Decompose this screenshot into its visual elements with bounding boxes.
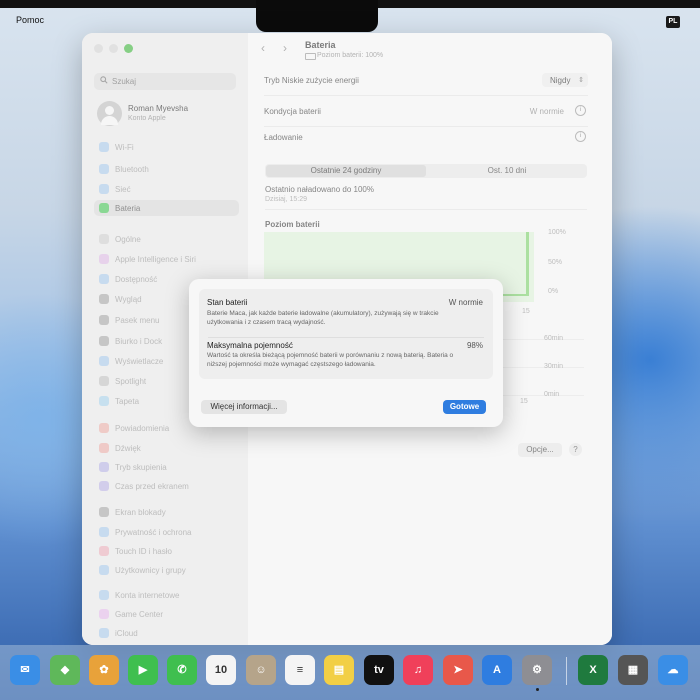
calculator-icon[interactable]: ▦ <box>618 655 648 685</box>
notes-icon[interactable]: ▤ <box>324 655 354 685</box>
input-source-indicator[interactable]: PL <box>666 16 680 28</box>
max-capacity-description: Wartość ta określa bieżącą pojemność bat… <box>207 352 454 368</box>
battery-state-value: W normie <box>448 298 483 307</box>
facetime-icon[interactable]: ▶ <box>128 655 158 685</box>
phone-icon[interactable]: ✆ <box>167 655 197 685</box>
launchpad-icon[interactable]: ➤ <box>443 655 473 685</box>
music-icon[interactable]: ♫ <box>403 655 433 685</box>
divider <box>208 337 484 338</box>
photos-icon[interactable]: ✿ <box>89 655 119 685</box>
camera-notch <box>256 0 378 32</box>
dock: ✉ ◆ ✿ ▶ ✆ 10 ☺ ≡ ▤ tv ♫ ➤ A ⚙ X ▦ ☁ <box>0 645 700 700</box>
maps-icon[interactable]: ◆ <box>50 655 80 685</box>
more-info-button[interactable]: Więcej informacji... <box>201 400 287 414</box>
running-indicator <box>536 688 539 691</box>
appstore-icon[interactable]: A <box>482 655 512 685</box>
calendar-icon[interactable]: 10 <box>206 655 236 685</box>
max-capacity-title: Maksymalna pojemność <box>207 341 293 350</box>
mail-icon[interactable]: ✉ <box>10 655 40 685</box>
excel-icon[interactable]: X <box>578 655 608 685</box>
battery-state-description: Baterie Maca, jak każde baterie ładowaln… <box>207 310 439 326</box>
menu-help[interactable]: Pomoc <box>16 15 44 25</box>
reminders-icon[interactable]: ≡ <box>285 655 315 685</box>
contacts-icon[interactable]: ☺ <box>246 655 276 685</box>
weather-icon[interactable]: ☁ <box>658 655 688 685</box>
dock-separator <box>566 657 567 685</box>
done-button[interactable]: Gotowe <box>443 400 486 414</box>
battery-health-sheet: Stan baterii W normie Baterie Maca, jak … <box>189 279 503 427</box>
appletv-icon[interactable]: tv <box>364 655 394 685</box>
battery-info-card: Stan baterii W normie Baterie Maca, jak … <box>199 289 493 379</box>
battery-state-title: Stan baterii <box>207 298 248 307</box>
max-capacity-value: 98% <box>466 341 483 350</box>
system-settings-icon[interactable]: ⚙ <box>522 655 552 685</box>
